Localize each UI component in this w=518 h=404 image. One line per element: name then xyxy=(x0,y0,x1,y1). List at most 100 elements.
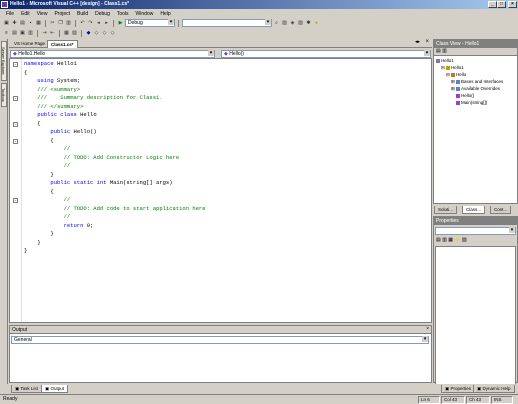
menu-window[interactable]: Window xyxy=(136,11,154,17)
new-project-icon[interactable]: ▣ xyxy=(3,20,10,27)
code-line: /// <summary> xyxy=(24,86,206,95)
save-all-icon[interactable]: ▦ xyxy=(35,20,42,27)
redo-icon[interactable]: ↷ xyxy=(87,20,94,27)
tab-class-view[interactable]: Class... xyxy=(462,206,486,214)
bookmark-icon[interactable]: ◆ xyxy=(85,30,92,37)
collapse-icon[interactable]: − xyxy=(13,121,18,127)
start-icon[interactable]: ▶ xyxy=(117,20,124,27)
right-pane-tabs: Soluti... Class... Cont... xyxy=(433,205,518,215)
member-list-icon[interactable]: ≡ xyxy=(3,30,10,37)
properties-grid[interactable] xyxy=(435,246,516,390)
menu-help[interactable]: Help xyxy=(160,11,170,17)
comment-icon[interactable]: ▦ xyxy=(63,30,70,37)
tree-item[interactable]: ⊞ Bases and Interfaces xyxy=(436,78,515,85)
add-item-icon[interactable]: ✚ xyxy=(11,20,18,27)
find-combo[interactable] xyxy=(182,19,272,27)
class-view-icon[interactable]: ◈ xyxy=(289,20,296,27)
cut-icon[interactable]: ✂ xyxy=(49,20,56,27)
parameter-info-icon[interactable]: ▤ xyxy=(11,30,18,37)
copy-icon[interactable]: ❐ xyxy=(57,20,64,27)
sort-icon[interactable]: ▤ xyxy=(436,48,441,54)
config-combo[interactable]: Debug xyxy=(125,19,175,27)
categorized-icon[interactable]: ▤ xyxy=(436,237,441,243)
undo-icon[interactable]: ↶ xyxy=(79,20,86,27)
help-icon[interactable]: ● xyxy=(313,20,320,27)
events-icon[interactable]: ⚡ xyxy=(454,237,460,243)
tab-task-list[interactable]: ▣ Task List xyxy=(11,385,42,393)
tab-solution-explorer[interactable]: Soluti... xyxy=(434,206,458,214)
prev-bookmark-icon[interactable]: ◇ xyxy=(101,30,108,37)
code-line: { xyxy=(24,137,206,146)
tree-item[interactable]: Main(string[]) xyxy=(436,99,515,106)
navigation-bar: ◆ Hello1.Hello ◆ Hello() xyxy=(9,49,432,58)
maximize-button[interactable]: □ xyxy=(497,1,506,8)
find-icon[interactable]: ⌕ xyxy=(273,20,280,27)
tree-item[interactable]: Hello1 xyxy=(436,57,515,64)
tab-vs-home-page[interactable]: VS Home Page xyxy=(11,40,48,48)
close-doc-icon[interactable]: × xyxy=(425,39,429,45)
next-bookmark-icon[interactable]: ◇ xyxy=(93,30,100,37)
output-pane-combo[interactable]: General xyxy=(11,336,429,344)
tab-class1[interactable]: Class1.cs* xyxy=(47,40,78,48)
property-pages-icon[interactable]: ▧ xyxy=(462,237,467,243)
toolbox-tab[interactable]: Toolbox xyxy=(1,83,7,107)
collapse-icon[interactable]: − xyxy=(13,96,18,101)
code-token: System; xyxy=(53,77,81,84)
alphabetical-icon[interactable]: ▥ xyxy=(442,237,447,243)
save-icon[interactable]: ▪ xyxy=(27,20,34,27)
toolbox-icon[interactable]: ✱ xyxy=(305,20,312,27)
collapse-icon[interactable]: − xyxy=(13,198,18,203)
menu-tools[interactable]: Tools xyxy=(117,11,129,17)
minimize-button[interactable]: _ xyxy=(488,1,497,8)
code-token: { xyxy=(24,187,54,195)
tree-item[interactable]: ⊞ Available Overrides xyxy=(436,85,515,92)
tree-item[interactable]: ⊟ Hello1 xyxy=(436,64,515,71)
navigate-back-icon[interactable]: ◂ xyxy=(95,20,102,27)
member-combo[interactable]: ◆ Hello() xyxy=(221,50,431,58)
menu-project[interactable]: Project xyxy=(54,11,70,17)
server-explorer-tab[interactable]: Server Explorer xyxy=(1,41,7,81)
clear-bookmarks-icon[interactable]: ◇ xyxy=(109,30,116,37)
solution-explorer-icon[interactable]: ▧ xyxy=(281,20,288,27)
output-close-icon[interactable]: × xyxy=(426,326,429,332)
scroll-tabs-icon[interactable]: ◂▸ xyxy=(415,39,420,45)
new-folder-icon[interactable]: ▥ xyxy=(442,48,447,54)
class-view-toolbar: ▤ ▥ xyxy=(434,48,517,56)
indent-icon[interactable]: ⇥ xyxy=(41,30,48,37)
tree-item[interactable]: ⊟ Hello xyxy=(436,71,515,78)
code-token: } xyxy=(24,238,41,246)
tab-output[interactable]: ▣ Output xyxy=(41,385,69,393)
collapse-icon[interactable]: − xyxy=(13,138,18,144)
menu-edit[interactable]: Edit xyxy=(21,11,30,17)
properties-icon[interactable]: ▦ xyxy=(448,237,453,243)
menu-build[interactable]: Build xyxy=(77,11,88,17)
code-token: Hello xyxy=(76,111,97,118)
menu-file[interactable]: File xyxy=(6,11,14,17)
menu-debug[interactable]: Debug xyxy=(95,11,110,17)
uncomment-icon[interactable]: ▧ xyxy=(71,30,78,37)
tab-dynamic-help[interactable]: ▣ Dynamic Help xyxy=(473,385,515,393)
tree-item[interactable]: Hello() xyxy=(436,92,515,99)
class-combo[interactable]: ◆ Hello1.Hello xyxy=(10,50,215,58)
paste-icon[interactable]: ▥ xyxy=(65,20,72,27)
collapse-icon[interactable]: − xyxy=(13,62,18,67)
code-editor[interactable]: − − − − − namespace Hello1{ using System; //… xyxy=(9,58,432,323)
tab-dynamic-help-label: Dynamic Help xyxy=(482,386,511,391)
code-token: Main(string[] args) xyxy=(106,179,173,186)
menu-bar: File Edit View Project Build Debug Tools Window… xyxy=(0,9,518,18)
tab-properties[interactable]: ▣ Properties xyxy=(441,385,476,393)
navigate-forward-icon[interactable]: ▸ xyxy=(103,20,110,27)
code-token: { xyxy=(24,119,41,127)
outdent-icon[interactable]: ⇤ xyxy=(49,30,56,37)
open-icon[interactable]: ▤ xyxy=(19,20,26,27)
menu-view[interactable]: View xyxy=(37,11,48,17)
complete-word-icon[interactable]: ▥ xyxy=(27,30,34,37)
properties-object-combo[interactable] xyxy=(435,227,516,235)
properties-icon[interactable]: ▨ xyxy=(297,20,304,27)
status-ins: INS xyxy=(491,396,513,404)
quick-info-icon[interactable]: ▣ xyxy=(19,30,26,37)
tab-task-list-label: Task List xyxy=(20,386,38,391)
code-text[interactable]: namespace Hello1{ using System; /// <sum… xyxy=(24,60,206,256)
tab-contents[interactable]: Cont... xyxy=(490,206,512,214)
close-button[interactable]: × xyxy=(508,1,517,8)
